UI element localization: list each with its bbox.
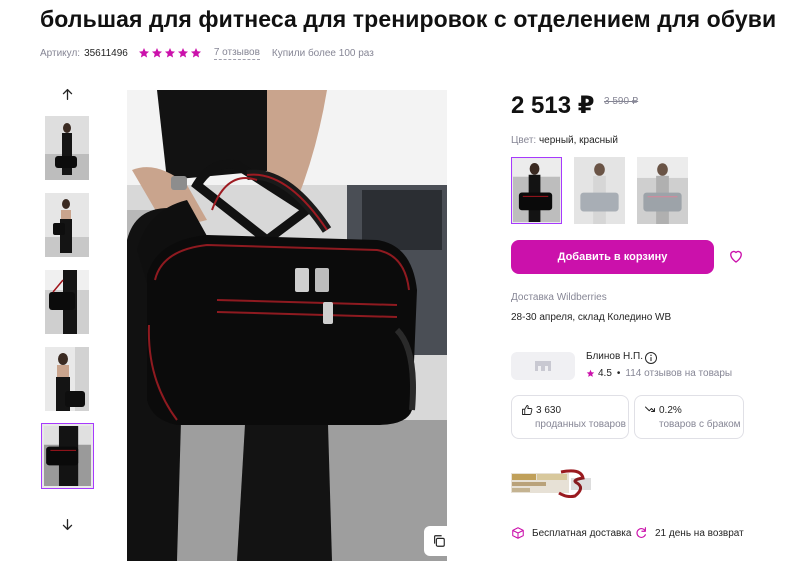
seller-reviews[interactable]: 114 отзывов на товары — [625, 368, 732, 379]
thumbnail-photo — [45, 270, 89, 334]
color-value: черный, красный — [538, 135, 618, 146]
thumbnail-photo — [45, 193, 89, 257]
box-icon — [512, 527, 524, 539]
color-variant-grey-pink[interactable] — [637, 157, 688, 224]
current-price: 2 513 ₽ — [511, 92, 595, 119]
sold-count: 3 630 — [536, 404, 562, 416]
color-variant-grey[interactable] — [574, 157, 625, 224]
article-label: Артикул: — [40, 47, 81, 59]
defect-stat-card: 0.2% товаров с браком — [634, 395, 744, 439]
bought-count: Купили более 100 раз — [271, 47, 374, 59]
seller-logo[interactable] — [511, 352, 575, 380]
old-price: 3 590 ₽ — [604, 96, 639, 107]
color-label-row: Цвет: черный, красный — [511, 135, 618, 146]
add-to-cart-button[interactable]: Добавить в корзину — [511, 240, 714, 274]
product-meta: Артикул: 35611496 7 отзывов Купили более… — [40, 45, 374, 61]
free-delivery-text: Бесплатная доставка — [532, 527, 632, 539]
main-product-image[interactable] — [127, 90, 447, 561]
thumbnail-photo — [44, 426, 91, 486]
variant-photo — [574, 157, 625, 224]
defect-label: товаров с браком — [659, 419, 741, 430]
product-title: большая для фитнеса для тренировок с отд… — [40, 6, 777, 32]
star-icon — [177, 48, 188, 58]
star-icon — [586, 369, 595, 377]
seller-rating: 4.5 • 114 отзывов на товары — [586, 368, 732, 379]
variant-photo — [637, 157, 688, 224]
info-icon[interactable] — [644, 351, 658, 365]
delivery-label: Доставка Wildberries — [511, 292, 607, 303]
variant-photo — [513, 159, 560, 222]
thumbnail-5[interactable] — [41, 423, 94, 489]
brand-logo[interactable] — [511, 468, 593, 498]
free-delivery-perk: Бесплатная доставка — [511, 526, 631, 540]
heart-icon — [730, 250, 742, 263]
seller-rating-value: 4.5 — [598, 368, 612, 379]
defect-rate: 0.2% — [659, 404, 682, 416]
thumbnails-down-button[interactable] — [57, 514, 77, 534]
trend-down-icon — [645, 406, 655, 412]
sold-stat-card: 3 630 проданных товаров — [511, 395, 629, 439]
star-icon — [138, 48, 149, 58]
store-icon — [535, 361, 551, 371]
thumbnail-photo — [45, 347, 89, 411]
thumbnail-photo — [45, 116, 89, 180]
star-icon — [151, 48, 162, 58]
sold-label: проданных товаров — [535, 419, 626, 430]
arrow-down-icon — [62, 518, 72, 530]
star-icon — [164, 48, 175, 58]
separator-dot: • — [616, 368, 621, 379]
color-variants — [511, 157, 688, 224]
color-label: Цвет: — [511, 135, 537, 146]
delivery-date: 28-30 апреля, склад Коледино WB — [511, 312, 672, 323]
favorite-button[interactable] — [726, 246, 746, 266]
copy-image-button[interactable] — [424, 526, 454, 556]
star-icon — [190, 48, 201, 58]
sold-stat: 3 630 — [521, 404, 561, 416]
thumbnail-1[interactable] — [45, 116, 89, 180]
seller-name[interactable]: Блинов Н.П. — [586, 351, 643, 362]
thumbnails-up-button[interactable] — [57, 84, 77, 104]
color-variant-black-red[interactable] — [511, 157, 562, 224]
return-perk: 21 день на возврат — [634, 526, 744, 540]
product-photo — [127, 90, 447, 561]
thumbnail-3[interactable] — [45, 270, 89, 334]
return-icon — [636, 527, 646, 538]
thumbnail-4[interactable] — [45, 347, 89, 411]
defect-stat: 0.2% — [644, 404, 682, 416]
thumbnail-2[interactable] — [45, 193, 89, 257]
copy-icon — [434, 535, 445, 547]
rating-stars — [138, 47, 203, 59]
article-number[interactable]: 35611496 — [84, 48, 128, 59]
arrow-up-icon — [62, 88, 72, 100]
thumbs-up-icon — [522, 405, 533, 415]
reviews-link[interactable]: 7 отзывов — [213, 47, 260, 60]
return-text: 21 день на возврат — [655, 527, 744, 539]
